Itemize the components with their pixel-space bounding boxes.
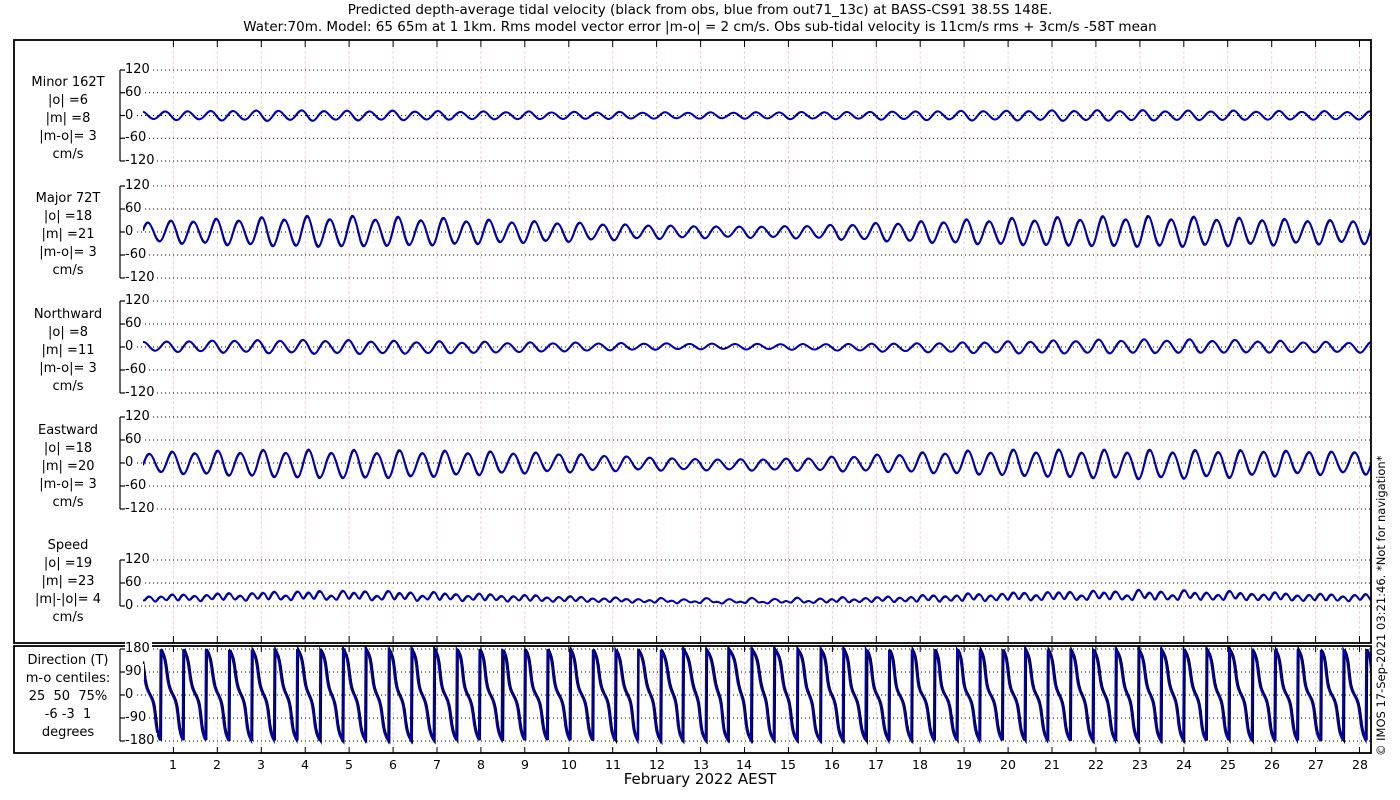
y-tick-label: -60 — [125, 247, 149, 263]
y-tick-label: -120 — [125, 385, 157, 401]
y-tick-label: 180 — [125, 641, 152, 657]
y-tick-label: 90 — [125, 664, 144, 680]
panel-label-major: Major 72T |o| =18 |m| =21 |m-o|= 3 cm/s — [35, 191, 101, 278]
y-tick-label: 60 — [125, 201, 144, 217]
model-line-eastward — [143, 448, 1371, 481]
y-tick-label: -120 — [125, 270, 157, 286]
y-tick-label: 0 — [125, 108, 136, 124]
panel-label-direction: Direction (T) m-o centiles: 25 50 75% -6… — [25, 653, 111, 740]
model-line-direction — [143, 645, 1371, 745]
x-axis-label: February 2022 AEST — [623, 770, 777, 788]
y-tick-label: -180 — [125, 733, 157, 749]
panel-label-eastward: Eastward |o| =18 |m| =20 |m-o|= 3 cm/s — [37, 423, 99, 510]
y-tick-label: -60 — [125, 130, 149, 146]
y-tick-label: -120 — [125, 501, 157, 517]
y-tick-label: 60 — [125, 432, 144, 448]
chart-canvas — [13, 39, 1372, 754]
y-tick-label: 0 — [125, 455, 136, 471]
figure: Predicted depth-average tidal velocity (… — [0, 0, 1400, 800]
y-tick-label: 0 — [125, 224, 136, 240]
y-tick-label: 120 — [125, 293, 152, 309]
panel-label-speed: Speed |o| =19 |m| =23 |m|-|o|= 4 cm/s — [34, 538, 102, 625]
y-tick-label: 120 — [125, 178, 152, 194]
y-tick-label: 0 — [125, 339, 136, 355]
chart-title-line1: Predicted depth-average tidal velocity (… — [347, 2, 1053, 18]
watermark-text: © IMOS 17-Sep-2021 03:21:46. *Not for na… — [1374, 455, 1388, 756]
y-tick-label: -90 — [125, 710, 149, 726]
y-tick-label: 60 — [125, 85, 144, 101]
y-tick-label: 60 — [125, 575, 144, 591]
y-tick-label: 120 — [125, 409, 152, 425]
y-tick-label: -60 — [125, 478, 149, 494]
y-tick-label: -60 — [125, 362, 149, 378]
chart-title-line2: Water:70m. Model: 65 65m at 1 1km. Rms m… — [243, 19, 1157, 35]
y-tick-label: 0 — [125, 687, 136, 703]
model-line-major — [143, 214, 1371, 249]
y-tick-label: 120 — [125, 552, 152, 568]
y-tick-label: -120 — [125, 153, 157, 169]
model-line-speed — [143, 588, 1371, 605]
y-tick-label: 60 — [125, 316, 144, 332]
y-tick-label: 120 — [125, 62, 152, 78]
panel-label-minor: Minor 162T |o| =6 |m| =8 |m-o|= 3 cm/s — [31, 75, 105, 162]
y-tick-label: 0 — [125, 598, 136, 614]
panel-label-northward: Northward |o| =8 |m| =11 |m-o|= 3 cm/s — [33, 307, 103, 394]
